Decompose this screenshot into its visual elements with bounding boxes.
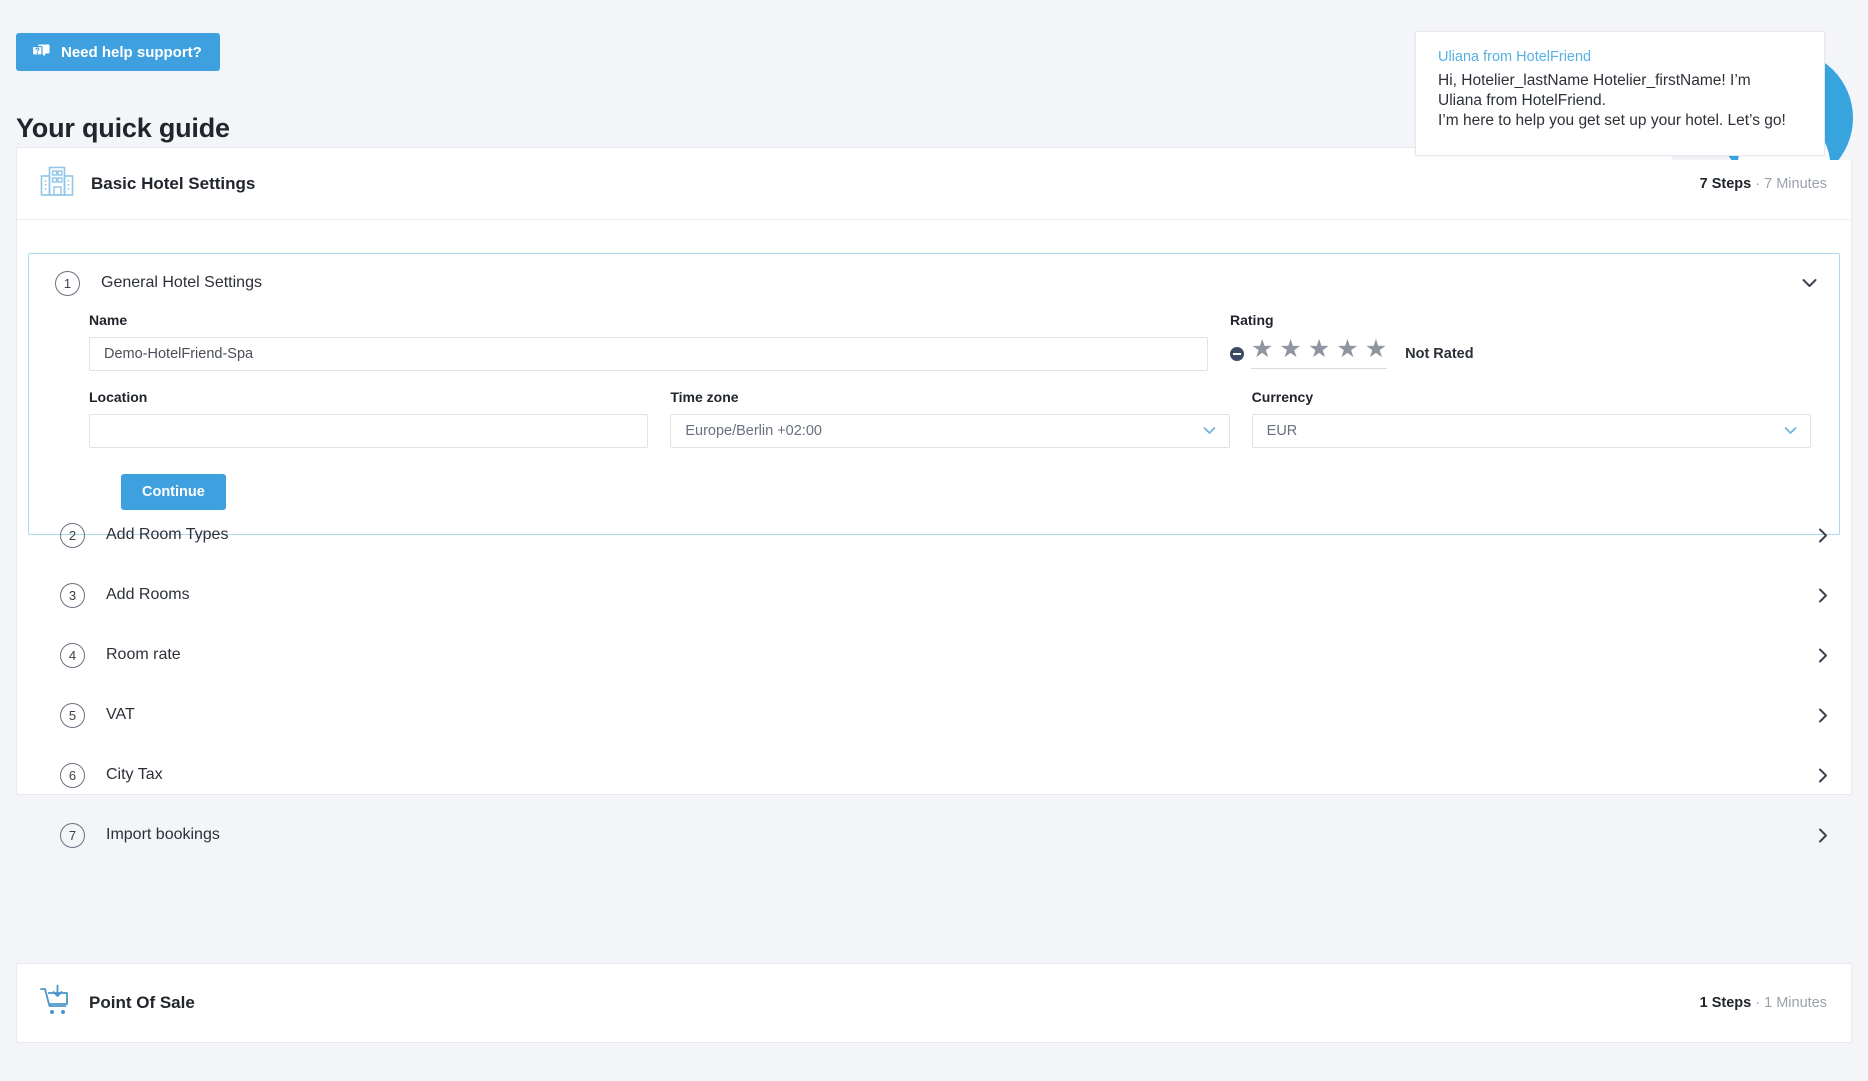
page-title: Your quick guide: [16, 113, 230, 143]
pos-duration: 1 Minutes: [1764, 995, 1827, 1011]
hotel-building-icon: [39, 163, 75, 204]
chevron-down-icon: [1784, 423, 1797, 439]
step-3-label: Add Rooms: [106, 586, 190, 603]
form-row-2: Location Time zone Europe/Berlin +02:00 …: [89, 389, 1811, 448]
rating-control[interactable]: ★ ★ ★ ★ ★ Not Rated: [1230, 337, 1790, 371]
step-row-4[interactable]: 4 Room rate: [16, 625, 1852, 685]
step-5-number: 5: [60, 702, 85, 728]
step-row-3[interactable]: 3 Add Rooms: [16, 565, 1852, 625]
chat-bubble: Uliana from HotelFriend Hi, Hotelier_las…: [1415, 31, 1825, 156]
chevron-right-icon[interactable]: [1818, 708, 1828, 723]
basic-duration: 7 Minutes: [1764, 175, 1827, 192]
basic-steps-count: 7 Steps: [1699, 175, 1752, 192]
chat-message-line-1: Hi, Hotelier_lastName Hotelier_firstName…: [1438, 72, 1751, 89]
star-icon[interactable]: ★: [1365, 337, 1387, 362]
step-row-2[interactable]: 2 Add Room Types: [16, 505, 1852, 565]
point-of-sale-card: Point Of Sale 1 Steps · 1 Minutes: [16, 963, 1852, 1043]
point-of-sale-title: Point Of Sale: [89, 993, 195, 1012]
currency-select[interactable]: EUR: [1251, 414, 1811, 448]
general-hotel-settings-form: Name Demo-HotelFriend-Spa Rating ★ ★ ★ ★…: [29, 312, 1839, 510]
chevron-down-icon: [1203, 423, 1216, 439]
chat-message-line-3: I’m here to help you get set up your hot…: [1438, 112, 1786, 129]
currency-value: EUR: [1266, 423, 1298, 439]
basic-hotel-settings-title: Basic Hotel Settings: [91, 173, 256, 193]
step-1-general-hotel-settings: 1 General Hotel Settings Name Demo-Hotel…: [28, 253, 1840, 535]
pos-steps-count: 1 Steps: [1699, 995, 1752, 1011]
chevron-right-icon[interactable]: [1818, 588, 1828, 603]
pos-meta-separator: ·: [1755, 995, 1761, 1011]
step-3-number: 3: [60, 582, 85, 608]
rating-status: Not Rated: [1405, 346, 1474, 362]
rating-stars[interactable]: ★ ★ ★ ★ ★: [1251, 337, 1388, 369]
name-field-group: Name Demo-HotelFriend-Spa: [89, 312, 1208, 371]
step-1-number: 1: [55, 270, 80, 296]
timezone-field-group: Time zone Europe/Berlin +02:00: [670, 389, 1230, 448]
form-row-1: Name Demo-HotelFriend-Spa Rating ★ ★ ★ ★…: [89, 312, 1811, 371]
timezone-value: Europe/Berlin +02:00: [685, 423, 822, 439]
location-input[interactable]: [89, 414, 649, 448]
steps-list: 2 Add Room Types 3 Add Rooms 4 Room rate…: [16, 505, 1852, 865]
chat-question-icon: [32, 44, 50, 60]
step-7-label: Import bookings: [106, 826, 220, 843]
minus-circle-icon[interactable]: [1230, 347, 1244, 361]
chevron-down-icon[interactable]: [1802, 278, 1817, 288]
step-row-5[interactable]: 5 VAT: [16, 685, 1852, 745]
step-5-label: VAT: [106, 706, 135, 723]
need-help-support-label: Need help support?: [61, 43, 202, 61]
point-of-sale-header[interactable]: Point Of Sale 1 Steps · 1 Minutes: [17, 964, 1851, 1042]
star-icon[interactable]: ★: [1336, 337, 1358, 362]
step-row-7[interactable]: 7 Import bookings: [16, 805, 1852, 865]
step-4-label: Room rate: [106, 646, 181, 663]
step-6-number: 6: [60, 762, 85, 788]
chevron-right-icon[interactable]: [1818, 768, 1828, 783]
step-row-6[interactable]: 6 City Tax: [16, 745, 1852, 805]
rating-label: Rating: [1230, 312, 1274, 328]
star-icon[interactable]: ★: [1251, 337, 1273, 362]
chat-sender-name: Uliana from HotelFriend: [1438, 49, 1592, 65]
step-6-label: City Tax: [106, 766, 163, 783]
chevron-right-icon[interactable]: [1818, 528, 1828, 543]
chevron-right-icon[interactable]: [1818, 828, 1828, 843]
name-input[interactable]: Demo-HotelFriend-Spa: [89, 337, 1208, 371]
location-label: Location: [89, 389, 148, 405]
step-1-label: General Hotel Settings: [101, 274, 262, 291]
currency-label: Currency: [1251, 389, 1314, 405]
step-2-label: Add Room Types: [106, 526, 229, 543]
chat-message-line-2: Uliana from HotelFriend.: [1438, 92, 1606, 109]
timezone-label: Time zone: [670, 389, 739, 405]
name-label: Name: [89, 312, 128, 328]
step-1-header[interactable]: 1 General Hotel Settings: [29, 254, 1839, 312]
chevron-right-icon[interactable]: [1818, 648, 1828, 663]
timezone-select[interactable]: Europe/Berlin +02:00: [670, 414, 1230, 448]
need-help-support-button[interactable]: Need help support?: [16, 33, 220, 71]
step-2-number: 2: [60, 522, 85, 548]
star-icon[interactable]: ★: [1308, 337, 1330, 362]
point-of-sale-meta: 1 Steps · 1 Minutes: [1700, 995, 1827, 1011]
quick-guide-page: Need help support? Your quick guide Ulia…: [0, 0, 1868, 1081]
basic-hotel-settings-header[interactable]: Basic Hotel Settings 7 Steps · 7 Minutes: [17, 148, 1851, 220]
point-of-sale-cart-icon: [39, 984, 73, 1023]
step-7-number: 7: [60, 822, 85, 848]
star-icon[interactable]: ★: [1279, 337, 1301, 362]
basic-hotel-settings-meta: 7 Steps · 7 Minutes: [1700, 176, 1827, 192]
location-field-group: Location: [89, 389, 649, 448]
basic-meta-separator: ·: [1755, 175, 1761, 192]
currency-field-group: Currency EUR: [1251, 389, 1811, 448]
rating-field-group: Rating ★ ★ ★ ★ ★ Not Rated: [1230, 312, 1790, 371]
step-4-number: 4: [60, 642, 85, 668]
assistant-greeting: Uliana from HotelFriend Hi, Hotelier_las…: [1208, 0, 1868, 160]
